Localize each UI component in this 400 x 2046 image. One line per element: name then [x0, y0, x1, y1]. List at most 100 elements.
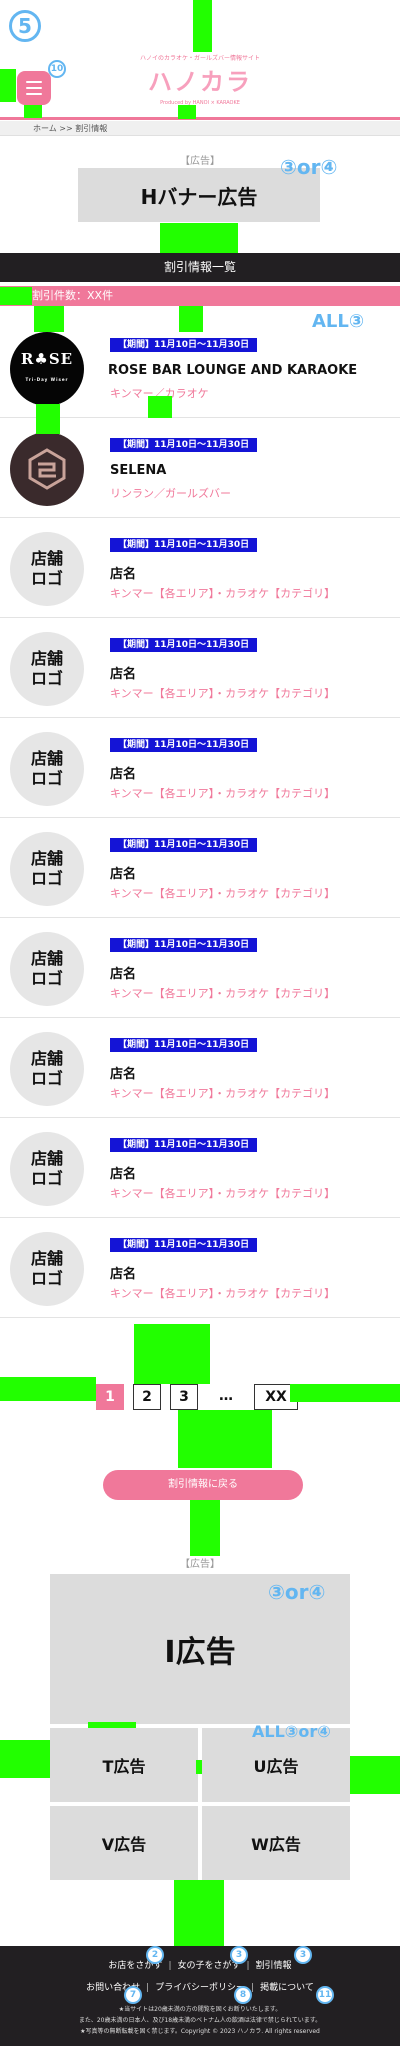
- annotation-block: [196, 1760, 202, 1774]
- shop-category: キンマー【各エリア】・カラオケ【カテゴリ】: [110, 1287, 336, 1300]
- footer-separator: |: [146, 1983, 150, 1993]
- footer-link-privacy[interactable]: プライバシーポリシー: [155, 1983, 245, 1993]
- annotation-block: [0, 1377, 96, 1401]
- v-ad[interactable]: V広告: [50, 1806, 198, 1880]
- annotation-block: [134, 1324, 210, 1384]
- shop-logo: 店舗ロゴ: [10, 632, 84, 706]
- site-footer: お店をさがす | 女の子をさがす | 割引情報 お問い合わせ | プライバシーポリシー | 掲載…: [0, 1946, 400, 2046]
- discount-period: 【期間】11月10日〜11月30日: [110, 1038, 258, 1052]
- shop-logo: 店舗ロゴ: [10, 932, 84, 1006]
- hamburger-menu-button[interactable]: [17, 71, 51, 105]
- annotation-block: [178, 105, 196, 119]
- annotation-block: [0, 1740, 50, 1778]
- discount-list-item[interactable]: 店舗ロゴ 【期間】11月10日〜11月30日 店名 キンマー【各エリア】・カラオケ【カ…: [0, 518, 400, 618]
- footer-notice: また、20歳未満の日本人、及び18歳未満のベトナム人の飲酒は法律で禁じられていま…: [78, 2017, 322, 2024]
- menu-icon-bar: [26, 87, 42, 89]
- pagination: 1 2 3… XX: [96, 1384, 298, 1410]
- ad-tag: 【広告】: [180, 1559, 220, 1570]
- annotation-block: [36, 404, 60, 434]
- annotation-mark: ③or④: [280, 155, 338, 179]
- discount-list-item[interactable]: 【期間】11月10日〜11月30日 SELENA リンラン／ガールズバー: [0, 418, 400, 518]
- discount-list-item[interactable]: 店舗ロゴ 【期間】11月10日〜11月30日 店名 キンマー【各エリア】・カラオケ【カ…: [0, 718, 400, 818]
- shop-logo-placeholder-text: 店舗ロゴ: [30, 749, 63, 788]
- discount-count: 割引件数：XX件: [0, 286, 400, 306]
- discount-list-item[interactable]: 店舗ロゴ 【期間】11月10日〜11月30日 店名 キンマー【各エリア】・カラオケ【カ…: [0, 818, 400, 918]
- discount-period: 【期間】11月10日〜11月30日: [110, 638, 258, 652]
- selena-logo-mark: [28, 448, 66, 490]
- discount-period: 【期間】11月10日〜11月30日: [110, 1238, 258, 1252]
- discount-period: 【期間】11月10日〜11月30日: [110, 738, 258, 752]
- discount-list-item[interactable]: 店舗ロゴ 【期間】11月10日〜11月30日 店名 キンマー【各エリア】・カラオケ【カ…: [0, 1018, 400, 1118]
- footer-links-row: お問い合わせ | プライバシーポリシー | 掲載について: [0, 1980, 400, 1993]
- shop-logo-placeholder-text: 店舗ロゴ: [30, 649, 63, 688]
- annotation-block: [193, 0, 212, 52]
- discount-list-item[interactable]: 店舗ロゴ 【期間】11月10日〜11月30日店名キンマー【各エリア】・カラオケ【カ…: [0, 1218, 400, 1318]
- shop-logo: [10, 432, 84, 506]
- shop-category: キンマー【各エリア】・カラオケ【カテゴリ】: [110, 887, 336, 900]
- pagination-page[interactable]: 3: [170, 1384, 198, 1410]
- shop-name[interactable]: 店名: [110, 963, 136, 982]
- shop-name[interactable]: ROSE BAR LOUNGE AND KARAOKE: [108, 363, 357, 378]
- shop-logo: R♣SE Tri-Day Wiser: [10, 332, 84, 406]
- shop-name[interactable]: 店名: [110, 763, 136, 782]
- footer-link-girls[interactable]: 女の子をさがす: [177, 1961, 240, 1971]
- shop-name[interactable]: 店名: [110, 1063, 136, 1082]
- annotation-block: [174, 1880, 224, 1946]
- footer-copyright: ★写真等の無断転載を固く禁じます。Copyright © 2023 ハノカラ. …: [80, 2028, 320, 2035]
- annotation-block: [190, 1500, 220, 1556]
- annotation-block: [178, 1410, 272, 1468]
- annotation-badge: 11: [316, 1986, 334, 2004]
- pagination-page[interactable]: 1: [96, 1384, 124, 1410]
- shop-name[interactable]: 店名: [110, 1263, 136, 1282]
- annotation-block: [34, 306, 64, 332]
- shop-logo: 店舗ロゴ: [10, 532, 84, 606]
- w-ad[interactable]: W広告: [202, 1806, 350, 1880]
- produced-by: Produced by HANOI × KARAOKE: [160, 100, 240, 106]
- annotation-block: [179, 306, 203, 332]
- back-to-discounts-button[interactable]: 割引情報に戻る: [103, 1470, 303, 1500]
- t-ad[interactable]: T広告: [50, 1728, 198, 1802]
- discount-list-item[interactable]: 店舗ロゴ 【期間】11月10日〜11月30日 店名 キンマー【各エリア】・カラオケ【カ…: [0, 1118, 400, 1218]
- discount-list-item[interactable]: R♣SE Tri-Day Wiser 【期間】11月10日〜11月30日 ROSE B…: [0, 318, 400, 418]
- discount-list-item[interactable]: 店舗ロゴ 【期間】11月10日〜11月30日店名キンマー【各エリア】・カラオケ【カ…: [0, 918, 400, 1018]
- annotation-block: [160, 223, 238, 253]
- selena-logo-shape: [28, 448, 66, 490]
- site-header: 5 10 ハノイのカラオケ・ガールズバー情報サイト ハノカラ Produced …: [0, 0, 400, 136]
- annotation-block: [350, 1756, 400, 1794]
- footer-links-row: お店をさがす | 女の子をさがす | 割引情報: [0, 1958, 400, 1971]
- discount-list: R♣SE Tri-Day Wiser 【期間】11月10日〜11月30日 ROSE B…: [0, 318, 400, 1318]
- shop-logo-placeholder-text: 店舗ロゴ: [30, 1049, 63, 1088]
- footer-notice: ★当サイトは20歳未満の方の閲覧を固くお断りいたします。: [118, 2006, 282, 2013]
- footer-link-discounts[interactable]: 割引情報: [256, 1961, 292, 1971]
- annotation-block: [148, 396, 172, 418]
- shop-category: リンラン／ガールズバー: [110, 487, 231, 500]
- shop-logo: 店舗ロゴ: [10, 1232, 84, 1306]
- annotation-mark: ALL③: [312, 311, 365, 332]
- discount-period: 【期間】11月10日〜11月30日: [110, 938, 258, 952]
- annotation-badge: 8: [234, 1986, 252, 2004]
- shop-name[interactable]: 店名: [110, 563, 136, 582]
- header-divider: [0, 117, 400, 120]
- shop-logo: 店舗ロゴ: [10, 732, 84, 806]
- annotation-badge: 10: [48, 60, 66, 78]
- shop-name[interactable]: SELENA: [110, 463, 166, 478]
- pagination-page[interactable]: 2: [133, 1384, 161, 1410]
- annotation-badge: 3: [294, 1946, 312, 1964]
- breadcrumb[interactable]: ホーム >> 割引情報: [33, 123, 107, 134]
- shop-category: キンマー【各エリア】・カラオケ【カテゴリ】: [110, 987, 336, 1000]
- shop-category: キンマー【各エリア】・カラオケ【カテゴリ】: [110, 1187, 336, 1200]
- shop-name[interactable]: 店名: [110, 863, 136, 882]
- shop-name[interactable]: 店名: [110, 663, 136, 682]
- breadcrumb-bar: ホーム >> 割引情報: [0, 121, 400, 136]
- annotation-mark: ③or④: [268, 1580, 326, 1604]
- shop-logo-placeholder-text: 店舗ロゴ: [30, 849, 63, 888]
- discount-period: 【期間】11月10日〜11月30日: [110, 538, 258, 552]
- discount-period: 【期間】11月10日〜11月30日: [110, 338, 258, 352]
- annotation-block: [88, 1722, 136, 1728]
- shop-name[interactable]: 店名: [110, 1163, 136, 1182]
- footer-separator: |: [168, 1961, 172, 1971]
- annotation-block: [0, 287, 32, 305]
- discount-list-item[interactable]: 店舗ロゴ 【期間】11月10日〜11月30日 店名 キンマー【各エリア】・カラオケ【カ…: [0, 618, 400, 718]
- ad-tag: 【広告】: [180, 156, 220, 167]
- footer-link-listing[interactable]: 掲載について: [260, 1983, 314, 1993]
